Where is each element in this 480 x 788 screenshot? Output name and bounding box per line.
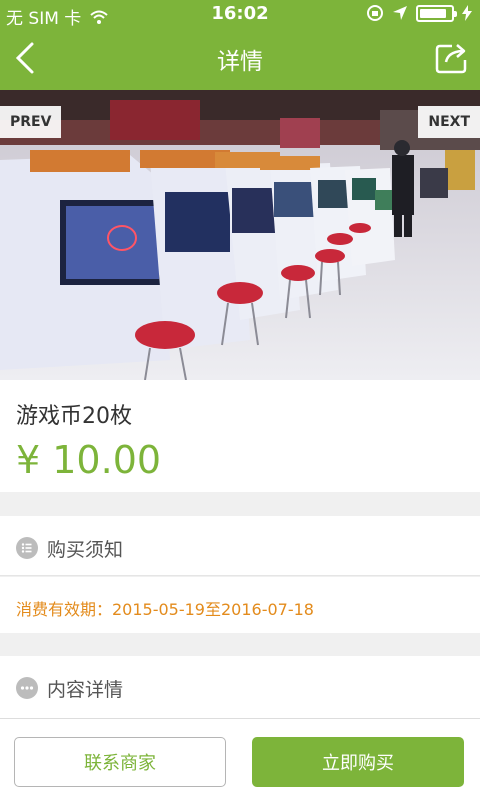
purchase-notice-body: 消费有效期：2015-05-19至2016-07-18 [0, 577, 480, 633]
content-details-header[interactable]: 内容详情 [0, 656, 480, 718]
next-button[interactable]: NEXT [418, 106, 480, 138]
nav-bar: 详情 [0, 28, 480, 90]
arcade-photo [0, 90, 480, 380]
battery-fill [420, 8, 446, 18]
product-photo[interactable]: PREV NEXT [0, 90, 480, 380]
product-title: 游戏币20枚 [16, 404, 132, 429]
app-header: 无 SIM 卡 16:02 详情 [0, 0, 480, 90]
share-button[interactable] [434, 40, 470, 76]
product-info: 游戏币20枚 ¥ 10.00 [0, 380, 480, 492]
content-details-label: 内容详情 [47, 679, 124, 701]
purchase-notice-label: 购买须知 [47, 539, 124, 561]
purchase-notice-header[interactable]: 购买须知 [0, 516, 480, 576]
status-right [366, 4, 472, 22]
battery-icon [416, 4, 457, 22]
charging-icon [462, 5, 472, 21]
status-bar: 无 SIM 卡 16:02 [0, 0, 480, 29]
product-price: ¥ 10.00 [16, 438, 162, 482]
rotation-lock-icon [367, 5, 383, 21]
validity-text: 消费有效期：2015-05-19至2016-07-18 [16, 600, 314, 619]
list-icon [16, 537, 38, 559]
action-bar: 联系商家 立即购买 [0, 718, 480, 788]
more-icon [16, 677, 38, 699]
share-icon [435, 44, 467, 74]
prev-button[interactable]: PREV [0, 106, 62, 138]
contact-merchant-button[interactable]: 联系商家 [14, 737, 226, 787]
location-icon [393, 6, 407, 20]
page-title: 详情 [217, 49, 263, 75]
buy-now-button[interactable]: 立即购买 [252, 737, 464, 787]
